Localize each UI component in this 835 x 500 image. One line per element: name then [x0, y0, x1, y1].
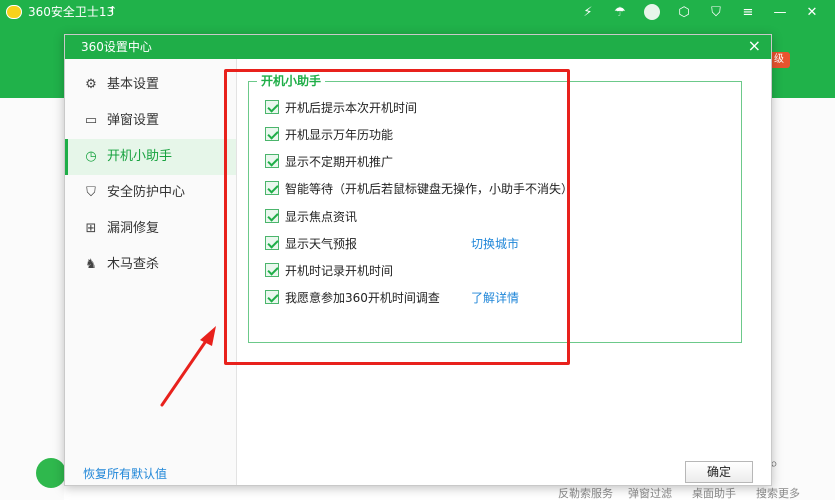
app-background-right	[771, 98, 835, 500]
nav-label: 基本设置	[107, 77, 160, 92]
annotation-highlight-box	[224, 69, 570, 365]
nav-label: 安全防护中心	[107, 185, 186, 200]
bottom-item[interactable]: 弹窗过滤	[628, 485, 672, 500]
nav-label: 弹窗设置	[107, 113, 160, 128]
nav-item-vulnerability-fix[interactable]: ⊞ 漏洞修复	[65, 211, 236, 247]
nav-item-trojan-scan[interactable]: ♞ 木马查杀	[65, 247, 236, 283]
umbrella-icon[interactable]: ☂	[605, 2, 635, 22]
app-title: 360安全卫士13	[28, 5, 115, 19]
minimize-icon[interactable]: —	[765, 2, 795, 22]
ok-button[interactable]: 确定	[685, 461, 753, 483]
nav-item-popup-settings[interactable]: ▭ 弹窗设置	[65, 103, 236, 139]
window-close-icon[interactable]: ✕	[797, 2, 827, 22]
dialog-titlebar: 360设置中心 ×	[65, 35, 771, 59]
bottom-item[interactable]: 反勒索服务	[558, 485, 613, 500]
window-icon: ▭	[84, 113, 98, 128]
dialog-title: 360设置中心	[81, 40, 152, 54]
horse-icon: ♞	[85, 257, 97, 272]
nav-label: 漏洞修复	[107, 221, 160, 236]
app-titlebar: 360安全卫士13 ↑ ⚡ ☂ ⬡ ⛉ ≡ — ✕	[0, 0, 835, 24]
gear-icon[interactable]: ⬡	[669, 2, 699, 22]
restore-defaults-link[interactable]: 恢复所有默认值	[83, 465, 167, 482]
dialog-footer: 恢复所有默认值 确定	[65, 459, 771, 485]
bottom-item[interactable]: 搜索更多	[756, 485, 800, 500]
bottom-item[interactable]: 桌面助手	[692, 485, 736, 500]
avatar-icon[interactable]	[637, 2, 667, 22]
search-icon[interactable]: ⌕	[770, 456, 790, 476]
menu-icon[interactable]: ≡	[733, 2, 763, 22]
nav-item-basic-settings[interactable]: ⚙ 基本设置	[65, 67, 236, 103]
nav-item-boot-assistant[interactable]: ◷ 开机小助手	[65, 139, 236, 175]
nav-item-security-center[interactable]: ⛉ 安全防护中心	[65, 175, 236, 211]
close-icon[interactable]: ×	[748, 37, 761, 55]
gear-icon: ⚙	[85, 77, 97, 92]
nav-label: 木马查杀	[107, 257, 160, 272]
nav-label: 开机小助手	[107, 149, 173, 164]
patch-icon: ⊞	[85, 221, 97, 236]
app-logo-icon	[6, 5, 22, 19]
shirt-icon[interactable]: ⛉	[701, 2, 731, 22]
app-toolbar: ⚡ ☂ ⬡ ⛉ ≡ — ✕	[573, 2, 827, 22]
lightning-icon[interactable]: ⚡	[573, 2, 603, 22]
app-background-left	[0, 98, 64, 500]
settings-nav: ⚙ 基本设置 ▭ 弹窗设置 ◷ 开机小助手 ⛉ 安全防护中心 ⊞ 漏洞修复 ♞ …	[65, 59, 237, 485]
clock-icon: ◷	[85, 149, 97, 164]
upgrade-arrow-icon[interactable]: ↑	[108, 4, 117, 17]
shield-icon: ⛉	[86, 185, 96, 200]
